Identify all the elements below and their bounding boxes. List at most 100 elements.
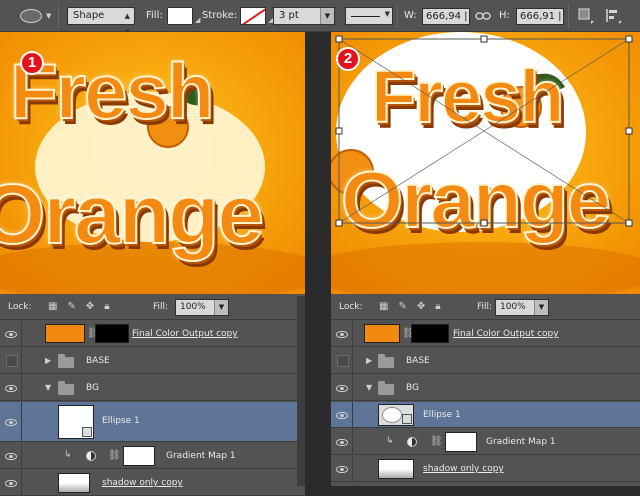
- visibility-eye-icon[interactable]: [331, 321, 353, 346]
- visibility-eye-icon[interactable]: [331, 375, 353, 400]
- width-value: 666,94 |: [426, 11, 468, 22]
- adjustment-layer-icon: [86, 451, 96, 461]
- collapse-triangle-icon[interactable]: ▼: [366, 383, 372, 392]
- layer-name: Ellipse 1: [423, 410, 461, 420]
- stroke-width-dropdown-icon[interactable]: ▼: [320, 8, 334, 24]
- layer-fill-field[interactable]: 100% ▼: [495, 299, 549, 316]
- layer-name: BG: [86, 383, 99, 393]
- layer-row[interactable]: shadow only copy: [331, 456, 640, 482]
- layer-name: shadow only copy: [423, 464, 504, 474]
- visibility-off-icon[interactable]: [331, 348, 353, 373]
- ellipse-tool-icon[interactable]: [20, 9, 42, 23]
- layer-name: Final Color Output copy: [453, 329, 559, 339]
- visibility-eye-icon[interactable]: [331, 402, 353, 427]
- lock-image-icon[interactable]: ✎: [67, 301, 75, 312]
- layer-group-row[interactable]: ▼ BG: [0, 375, 305, 401]
- layer-row[interactable]: ⛓︎ Final Color Output copy: [0, 321, 305, 347]
- options-bar: ▼ Shape ▲▼ Fill: ◢ Stroke: ◢ 3 pt ▼ ▼ W:…: [0, 0, 640, 36]
- tool-mode-value: Shape: [73, 10, 105, 21]
- fill-swatch[interactable]: [167, 7, 193, 25]
- layer-mask-thumbnail: [411, 324, 449, 343]
- layer-group-row[interactable]: ▼ BG: [331, 375, 640, 401]
- visibility-eye-icon[interactable]: [0, 470, 22, 495]
- lock-bar: Lock: ▦ ✎ ✥ 🔒︎ Fill: 100% ▼: [331, 294, 640, 320]
- canvas-left[interactable]: Fresh Orange 1: [0, 32, 305, 294]
- layer-name: shadow only copy: [102, 478, 183, 488]
- stroke-width-value: 3 pt: [279, 10, 299, 21]
- layer-name: BG: [406, 383, 419, 393]
- path-operations-icon[interactable]: [576, 6, 596, 26]
- height-label: H:: [499, 10, 510, 21]
- layer-name: Final Color Output copy: [132, 329, 238, 339]
- lock-position-icon[interactable]: ✥: [417, 301, 425, 312]
- layer-row[interactable]: shadow only copy: [0, 470, 305, 496]
- layer-row[interactable]: ↳ ⛓︎ Gradient Map 1: [331, 429, 640, 455]
- visibility-off-icon[interactable]: [0, 348, 22, 373]
- layer-group-row[interactable]: ▶ BASE: [0, 348, 305, 374]
- layer-group-row[interactable]: ▶ BASE: [331, 348, 640, 374]
- artwork-orange-text: Orange: [0, 167, 265, 261]
- transform-bounding-box[interactable]: [331, 32, 640, 294]
- link-dimensions-icon[interactable]: [475, 9, 491, 23]
- ellipse-preview: [382, 407, 402, 423]
- layers-scrollbar[interactable]: [297, 296, 305, 486]
- layer-row[interactable]: ⛓︎ Final Color Output copy: [331, 321, 640, 347]
- folder-open-icon: [58, 381, 74, 395]
- expand-triangle-icon[interactable]: ▶: [45, 356, 51, 365]
- lock-icons: ▦ ✎ ✥ 🔒︎: [48, 301, 110, 312]
- lock-all-icon[interactable]: 🔒︎: [435, 301, 440, 312]
- lock-position-icon[interactable]: ✥: [86, 301, 94, 312]
- lock-all-icon[interactable]: 🔒︎: [104, 301, 109, 312]
- height-field[interactable]: 666,91 |: [516, 8, 564, 25]
- tool-mode-select[interactable]: Shape ▲▼: [67, 7, 135, 36]
- layer-name: Gradient Map 1: [486, 437, 556, 447]
- fill-dropdown-icon[interactable]: ▼: [534, 300, 548, 315]
- collapse-triangle-icon[interactable]: ▼: [45, 383, 51, 392]
- shape-layer-thumbnail: [58, 405, 94, 439]
- lock-transparent-icon[interactable]: ▦: [48, 301, 57, 312]
- visibility-eye-icon[interactable]: [0, 375, 22, 400]
- layer-fill-field[interactable]: 100% ▼: [175, 299, 229, 316]
- stroke-swatch-none[interactable]: [240, 7, 266, 25]
- fill-caret-icon[interactable]: ◢: [195, 16, 200, 24]
- width-label: W:: [404, 10, 417, 21]
- width-field[interactable]: 666,94 |: [422, 8, 470, 25]
- layer-fill-value: 100%: [180, 302, 206, 312]
- clipping-arrow-icon: ↳: [386, 436, 394, 446]
- lock-bar: Lock: ▦ ✎ ✥ 🔒︎ Fill: 100% ▼: [0, 294, 305, 320]
- path-alignment-icon[interactable]: [604, 6, 624, 26]
- visibility-eye-icon[interactable]: [0, 443, 22, 468]
- fill-label: Fill:: [477, 302, 493, 312]
- panel-divider: [305, 32, 331, 486]
- tool-preset-caret-icon[interactable]: ▼: [46, 12, 51, 20]
- separator: [58, 4, 59, 28]
- folder-icon: [378, 354, 394, 368]
- height-value: 666,91 |: [520, 11, 562, 22]
- fill-label: Fill:: [146, 10, 163, 21]
- shape-layer-thumbnail: [378, 404, 414, 426]
- layer-thumbnail: [364, 324, 400, 343]
- visibility-eye-icon[interactable]: [0, 321, 22, 346]
- layer-row-selected[interactable]: Ellipse 1: [331, 402, 640, 428]
- lock-icons: ▦ ✎ ✥ 🔒︎: [379, 301, 441, 312]
- layer-row[interactable]: ↳ ⛓︎ Gradient Map 1: [0, 443, 305, 469]
- layer-row-selected[interactable]: Ellipse 1: [0, 402, 305, 442]
- canvas-right[interactable]: Fresh Orange 2: [331, 32, 640, 294]
- visibility-eye-icon[interactable]: [0, 402, 22, 441]
- lock-transparent-icon[interactable]: ▦: [379, 301, 388, 312]
- stroke-type-select[interactable]: ▼: [345, 7, 393, 25]
- step-badge: 2: [336, 47, 360, 71]
- layer-thumbnail: [58, 473, 90, 493]
- stroke-width-field[interactable]: 3 pt ▼: [273, 7, 335, 25]
- mask-link-icon[interactable]: ⛓︎: [430, 436, 443, 447]
- visibility-eye-icon[interactable]: [331, 456, 353, 481]
- stroke-label: Stroke:: [202, 10, 238, 21]
- layer-thumbnail: [378, 459, 414, 479]
- visibility-eye-icon[interactable]: [331, 429, 353, 454]
- expand-triangle-icon[interactable]: ▶: [366, 356, 372, 365]
- fill-dropdown-icon[interactable]: ▼: [214, 300, 228, 315]
- layers-panel-left: Lock: ▦ ✎ ✥ 🔒︎ Fill: 100% ▼ ⛓︎ Final Col…: [0, 294, 305, 496]
- layer-fill-value: 100%: [500, 302, 526, 312]
- lock-image-icon[interactable]: ✎: [398, 301, 406, 312]
- mask-link-icon[interactable]: ⛓︎: [108, 450, 121, 461]
